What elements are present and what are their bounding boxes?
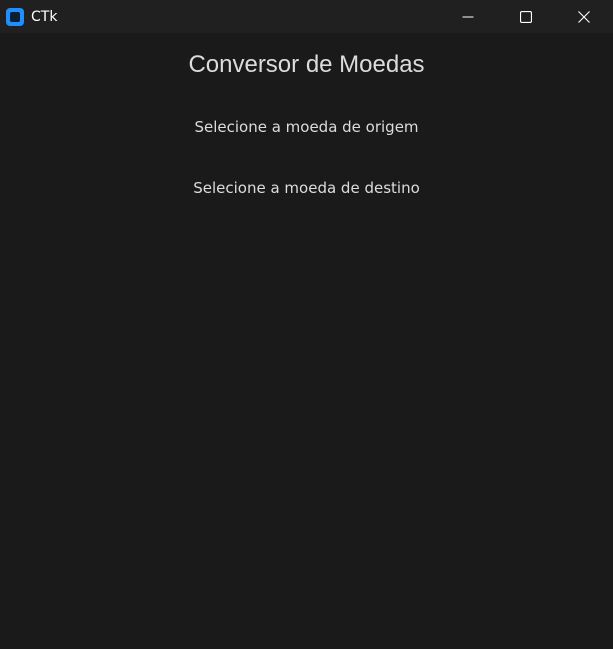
close-icon (578, 10, 590, 23)
destination-currency-label: Selecione a moeda de destino (193, 179, 420, 197)
title-bar[interactable]: CTk (0, 0, 613, 33)
page-title: Conversor de Moedas (188, 51, 425, 78)
window-controls (439, 0, 613, 33)
maximize-icon (520, 10, 532, 23)
origin-currency-label: Selecione a moeda de origem (194, 118, 419, 136)
close-button[interactable] (555, 0, 613, 33)
app-window: CTk Conversor de Moedas Selecione a moed… (0, 0, 613, 649)
window-title: CTk (31, 8, 58, 25)
maximize-button[interactable] (497, 0, 555, 33)
app-icon (6, 7, 24, 26)
minimize-icon (462, 16, 474, 17)
minimize-button[interactable] (439, 0, 497, 33)
